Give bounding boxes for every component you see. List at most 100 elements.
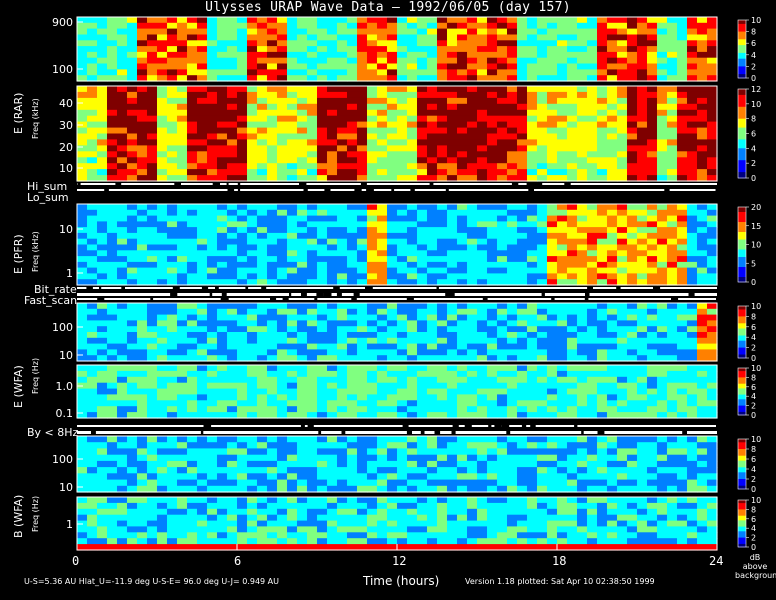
- spectrogram-cell: [107, 34, 118, 41]
- spectrogram-cell: [127, 40, 138, 47]
- spectrogram-cell: [617, 103, 628, 111]
- spectrogram-cell: [227, 442, 238, 449]
- spectrogram-cell: [407, 394, 418, 401]
- spectrogram-cell: [327, 502, 338, 510]
- spectrogram-cell: [447, 232, 458, 240]
- spectrogram-cell: [387, 332, 398, 339]
- spectrogram-cell: [457, 51, 468, 59]
- spectrogram-cell: [337, 538, 348, 545]
- spectrogram-cell: [677, 320, 688, 327]
- spectrogram-cell: [227, 349, 238, 356]
- spectrogram-cell: [217, 308, 228, 316]
- spectrogram-cell: [517, 103, 528, 111]
- spectrogram-cell: [187, 244, 198, 251]
- spectrogram-cell: [577, 46, 588, 53]
- spectrogram-cell: [177, 467, 188, 474]
- spectrogram-cell: [257, 273, 268, 280]
- spectrogram-cell: [587, 34, 598, 41]
- spectrogram-cell: [417, 133, 428, 140]
- spectrogram-cell: [367, 349, 378, 356]
- y-tick-label: 10: [59, 162, 73, 175]
- spectrogram-cell: [637, 34, 648, 41]
- spectrogram-cell: [117, 497, 128, 504]
- spectrogram-cell: [197, 69, 208, 76]
- spectrogram-cell: [257, 388, 268, 396]
- spectrogram-cell: [87, 121, 98, 129]
- spectrogram-cell: [707, 394, 718, 401]
- spectrogram-cell: [197, 320, 208, 327]
- spectrogram-cell: [87, 22, 98, 30]
- spectrogram-cell: [227, 209, 238, 217]
- spectrogram-cell: [107, 97, 118, 105]
- spectrogram-cell: [137, 532, 148, 539]
- spectrogram-cell: [267, 326, 278, 333]
- spectrogram-cell: [377, 256, 388, 263]
- spectrogram-cell: [367, 169, 378, 176]
- spectrogram-cell: [177, 388, 188, 396]
- spectrogram-cell: [507, 256, 518, 263]
- spectrogram-cell: [397, 365, 408, 372]
- spectrogram-cell: [157, 448, 168, 456]
- spectrogram-cell: [137, 91, 148, 99]
- spectrogram-cell: [367, 238, 378, 246]
- spectrogram-cell: [297, 115, 308, 123]
- spectrogram-cell: [277, 382, 288, 390]
- spectrogram-cell: [707, 467, 718, 474]
- spectrogram-cell: [357, 382, 368, 390]
- spectrogram-cell: [77, 127, 88, 135]
- spectrogram-cell: [137, 514, 148, 522]
- spectrogram-cell: [567, 473, 578, 481]
- spectrogram-cell: [157, 209, 168, 217]
- spectrogram-cell: [547, 145, 558, 152]
- spectrogram-cell: [347, 479, 358, 487]
- spectrogram-cell: [657, 227, 668, 234]
- spectrogram-cell: [247, 394, 258, 401]
- spectrogram-cell: [217, 238, 228, 246]
- spectrogram-cell: [637, 267, 648, 274]
- spectrogram-cell: [427, 97, 438, 105]
- spectrogram-cell: [177, 215, 188, 222]
- spectrogram-cell: [97, 538, 108, 545]
- spectrogram-cell: [117, 63, 128, 70]
- spectrogram-cell: [287, 473, 298, 481]
- spectrogram-cell: [407, 314, 418, 321]
- spectrogram-cell: [277, 308, 288, 316]
- spectrogram-cell: [347, 538, 358, 545]
- spectrogram-cell: [437, 454, 448, 462]
- spectrogram-cell: [227, 256, 238, 263]
- spectrogram-cell: [527, 46, 538, 53]
- spectrogram-cell: [117, 394, 128, 401]
- spectrogram-cell: [137, 388, 148, 396]
- spectrogram-cell: [387, 157, 398, 164]
- spectrogram-cell: [517, 250, 528, 257]
- spectrogram-cell: [377, 467, 388, 474]
- spectrogram-cell: [377, 139, 388, 146]
- spectrogram-cell: [577, 308, 588, 316]
- spectrogram-cell: [407, 303, 418, 310]
- spectrogram-cell: [427, 63, 438, 70]
- spectrogram-cell: [417, 467, 428, 474]
- spectrogram-cell: [577, 163, 588, 170]
- spectrogram-cell: [537, 97, 548, 105]
- spectrogram-cell: [627, 365, 638, 372]
- spectrogram-cell: [237, 365, 248, 372]
- spectrogram-cell: [317, 479, 328, 487]
- spectrogram-cell: [117, 145, 128, 152]
- spectrogram-cell: [87, 145, 98, 152]
- spectrogram-cell: [527, 17, 538, 24]
- spectrogram-cell: [677, 343, 688, 350]
- spectrogram-cell: [677, 40, 688, 47]
- spectrogram-cell: [257, 376, 268, 384]
- spectrogram-cell: [247, 460, 258, 468]
- spectrogram-cell: [267, 514, 278, 522]
- spectrogram-cell: [627, 91, 638, 99]
- spectrogram-cell: [547, 467, 558, 474]
- spectrogram-cell: [367, 244, 378, 251]
- spectrogram-cell: [257, 139, 268, 146]
- spectrogram-cell: [287, 526, 298, 533]
- spectrogram-cell: [457, 460, 468, 468]
- spectrogram-cell: [657, 365, 668, 372]
- spectrogram-cell: [137, 40, 148, 47]
- spectrogram-cell: [677, 109, 688, 117]
- spectrogram-cell: [407, 232, 418, 240]
